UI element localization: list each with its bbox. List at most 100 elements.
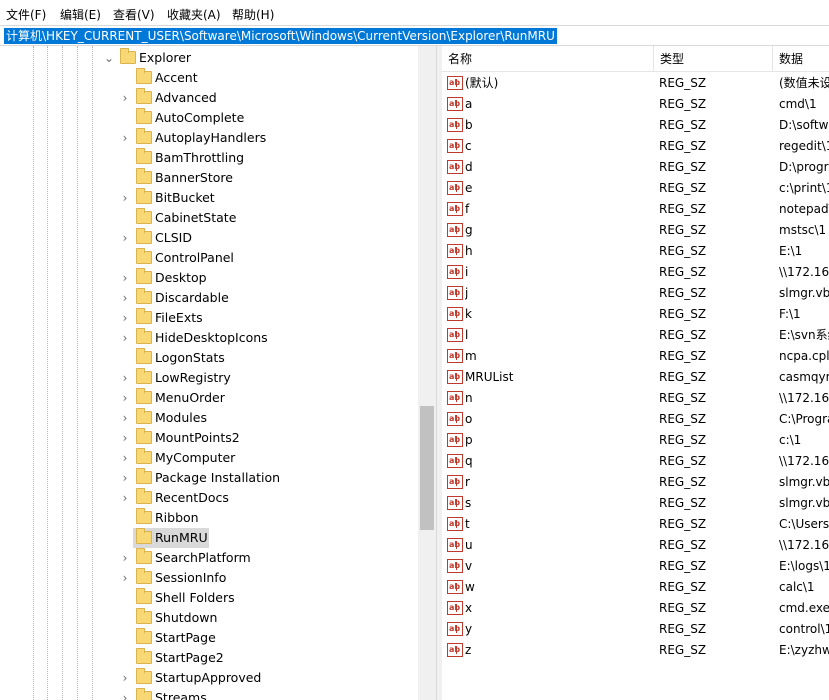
list-item[interactable]: abo REG_SZ C:\Program (442, 409, 829, 430)
chevron-right-icon[interactable]: › (120, 271, 130, 285)
tree-item[interactable]: › RecentDocs (0, 488, 420, 508)
tree-item[interactable]: › SessionInfo (0, 568, 420, 588)
chevron-right-icon[interactable]: › (120, 291, 130, 305)
menu-favorites[interactable]: 收藏夹(A) (167, 6, 221, 23)
tree-item-explorer[interactable]: ⌄ Explorer (0, 48, 420, 68)
scrollbar-thumb[interactable] (420, 406, 434, 530)
column-header-data[interactable]: 数据 (773, 46, 829, 72)
tree-item[interactable]: › MyComputer (0, 448, 420, 468)
chevron-right-icon[interactable]: › (120, 331, 130, 345)
list-item[interactable]: abd REG_SZ D:\program (442, 157, 829, 178)
column-header-type[interactable]: 类型 (654, 46, 773, 72)
chevron-right-icon[interactable]: › (120, 691, 130, 700)
list-item[interactable]: ab c REG_SZ regedit\1 (442, 136, 829, 157)
value-name: y (465, 622, 473, 636)
list-item[interactable]: ab g REG_SZ mstsc\1 (442, 220, 829, 241)
list-item[interactable]: abj REG_SZ slmgr.vbs (442, 283, 829, 304)
tree-item[interactable]: › Advanced (0, 88, 420, 108)
chevron-right-icon[interactable]: › (120, 571, 130, 585)
tree-item[interactable]: › MenuOrder (0, 388, 420, 408)
menu-help[interactable]: 帮助(H) (232, 6, 274, 23)
menu-file[interactable]: 文件(F) (6, 6, 46, 23)
list-item[interactable]: ab q REG_SZ \\172.16. (442, 451, 829, 472)
chevron-right-icon[interactable]: › (120, 551, 130, 565)
chevron-right-icon[interactable]: › (120, 431, 130, 445)
list-item[interactable]: ab z REG_SZ E:\zyzhw (442, 640, 829, 661)
chevron-right-icon[interactable]: › (120, 311, 130, 325)
menu-edit[interactable]: 编辑(E) (60, 6, 101, 23)
list-item[interactable]: ab a REG_SZ cmd\1 (442, 94, 829, 115)
list-item[interactable]: ab v REG_SZ E:\logs\1 (442, 556, 829, 577)
column-header-name[interactable]: 名称 (442, 46, 654, 72)
tree-item[interactable]: Shell Folders (0, 588, 420, 608)
list-item[interactable]: ab i REG_SZ \\172.16. (442, 262, 829, 283)
tree-item[interactable]: › AutoplayHandlers (0, 128, 420, 148)
tree-item[interactable]: LogonStats (0, 348, 420, 368)
tree-item[interactable]: › StartupApproved (0, 668, 420, 688)
tree-item[interactable]: › Streams (0, 688, 420, 700)
chevron-right-icon[interactable]: › (120, 191, 130, 205)
chevron-right-icon[interactable]: › (120, 471, 130, 485)
address-path[interactable]: 计算机\HKEY_CURRENT_USER\Software\Microsoft… (4, 28, 557, 44)
list-item[interactable]: ab t REG_SZ C:\Users\ (442, 514, 829, 535)
list-item[interactable]: ab(默认) REG_SZ (数值未设置) (442, 73, 829, 94)
tree-item[interactable]: › HideDesktopIcons (0, 328, 420, 348)
list-item[interactable]: abb REG_SZ D:\software (442, 115, 829, 136)
tree-item[interactable]: StartPage (0, 628, 420, 648)
list-item[interactable]: ab x REG_SZ cmd.exe (442, 598, 829, 619)
tree-item-label: SessionInfo (155, 570, 227, 585)
list-item[interactable]: ab y REG_SZ control\1 (442, 619, 829, 640)
chevron-right-icon[interactable]: › (120, 491, 130, 505)
address-bar[interactable]: 计算机\HKEY_CURRENT_USER\Software\Microsoft… (0, 25, 829, 46)
tree-item[interactable]: StartPage2 (0, 648, 420, 668)
list-item[interactable]: ab n REG_SZ \\172.16. (442, 388, 829, 409)
chevron-right-icon[interactable]: › (120, 231, 130, 245)
list-item[interactable]: ab h REG_SZ E:\1 (442, 241, 829, 262)
tree-item[interactable]: BamThrottling (0, 148, 420, 168)
chevron-right-icon[interactable]: › (120, 451, 130, 465)
value-type: REG_SZ (659, 349, 707, 363)
tree-item[interactable]: › BitBucket (0, 188, 420, 208)
chevron-right-icon[interactable]: › (120, 391, 130, 405)
tree-item[interactable]: › Package Installation (0, 468, 420, 488)
list-item[interactable]: abs REG_SZ slmgr.vbs (442, 493, 829, 514)
tree-item[interactable]: › Modules (0, 408, 420, 428)
list-item[interactable]: abm REG_SZ ncpa.cpl\1 (442, 346, 829, 367)
tree-item-label: CLSID (155, 230, 192, 245)
tree-item[interactable]: RunMRU (0, 528, 420, 548)
tree-item[interactable]: CabinetState (0, 208, 420, 228)
tree-scrollbar[interactable] (418, 46, 436, 700)
list-item[interactable]: abr REG_SZ slmgr.vbs (442, 472, 829, 493)
value-data: slmgr.vbs (779, 475, 829, 489)
tree-item[interactable]: › FileExts (0, 308, 420, 328)
value-name: n (465, 391, 473, 405)
list-item[interactable]: ab e REG_SZ c:\print\1 (442, 178, 829, 199)
tree-item[interactable]: › MountPoints2 (0, 428, 420, 448)
list-item[interactable]: abf REG_SZ notepad\1 (442, 199, 829, 220)
chevron-right-icon[interactable]: › (120, 671, 130, 685)
list-item[interactable]: ab p REG_SZ c:\1 (442, 430, 829, 451)
tree-item[interactable]: ControlPanel (0, 248, 420, 268)
tree-item[interactable]: BannerStore (0, 168, 420, 188)
chevron-down-icon[interactable]: ⌄ (104, 51, 114, 65)
list-item[interactable]: ab MRUList REG_SZ casmqyrj (442, 367, 829, 388)
list-item[interactable]: abl REG_SZ E:\svn系统 (442, 325, 829, 346)
tree-item[interactable]: › Desktop (0, 268, 420, 288)
tree-item[interactable]: Accent (0, 68, 420, 88)
tree-item[interactable]: › CLSID (0, 228, 420, 248)
tree-item[interactable]: AutoComplete (0, 108, 420, 128)
tree-item[interactable]: › LowRegistry (0, 368, 420, 388)
chevron-right-icon[interactable]: › (120, 411, 130, 425)
chevron-right-icon[interactable]: › (120, 131, 130, 145)
tree-item[interactable]: › Discardable (0, 288, 420, 308)
tree-item[interactable]: › SearchPlatform (0, 548, 420, 568)
tree-item[interactable]: Shutdown (0, 608, 420, 628)
list-item[interactable]: ab w REG_SZ calc\1 (442, 577, 829, 598)
tree-item[interactable]: Ribbon (0, 508, 420, 528)
menu-view[interactable]: 查看(V) (113, 6, 155, 23)
chevron-right-icon[interactable]: › (120, 371, 130, 385)
chevron-right-icon[interactable]: › (120, 91, 130, 105)
list-item[interactable]: ab k REG_SZ F:\1 (442, 304, 829, 325)
list-item[interactable]: ab u REG_SZ \\172.16. (442, 535, 829, 556)
folder-icon (136, 188, 152, 204)
